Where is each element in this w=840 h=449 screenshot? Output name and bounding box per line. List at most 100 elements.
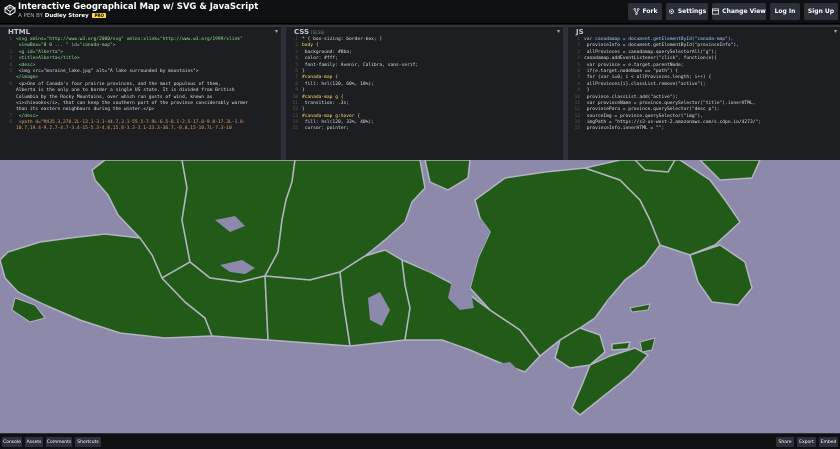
code-text: canadamap.addEventListener("click", func… [584, 56, 717, 62]
code-text: <title>Alberta</title> [16, 56, 80, 62]
code-text: #canada-map g:hover { [302, 113, 361, 119]
js-editor-header: JS ▾ [568, 25, 840, 36]
code-text: for (var i=0; i < allProvinces.length; i… [584, 75, 712, 81]
code-text: </image> [16, 75, 39, 81]
result-preview[interactable] [0, 160, 840, 433]
export-button[interactable]: Export [797, 437, 816, 447]
code-text: } [302, 88, 305, 94]
code-text: background: #8ba; [302, 49, 352, 55]
code-text: } [584, 88, 590, 94]
province-prince-edward-island[interactable] [611, 341, 631, 351]
author-link[interactable]: Dudley Storey [45, 13, 89, 19]
html-editor-header: HTML ▾ [0, 25, 281, 36]
code-text: fill: hsl(120, 33%, 40%); [302, 120, 374, 126]
code-line: 15 provinceInfo.innerHTML = ""; [574, 126, 665, 132]
signup-label: Sign Up [807, 8, 835, 15]
code-text: <p>One of Canada's four prairie province… [16, 81, 221, 87]
byline-prefix: A PEN BY [18, 13, 43, 19]
code-text: <i>chinooks</i>, that can keep the south… [16, 100, 249, 106]
code-text: Alberta is the only one to border a sing… [16, 88, 235, 94]
code-text: * { box-sizing: border-box; } [302, 37, 383, 42]
code-text: province.classList.add("active"); [584, 94, 679, 100]
js-code[interactable]: 1 var canadamap = document.getElementById… [568, 37, 840, 160]
gulf-of-st-lawrence [600, 288, 688, 336]
top-bar: Interactive Geographical Map w/ SVG & Ja… [0, 0, 840, 24]
chevron-down-icon[interactable]: ▾ [275, 28, 278, 35]
shortcuts-button[interactable]: Shortcuts [75, 437, 101, 447]
fork-icon [633, 8, 639, 15]
fork-button[interactable]: Fork [628, 3, 662, 20]
code-text: body { [302, 43, 319, 49]
comments-button[interactable]: Comments [46, 437, 72, 447]
assets-button[interactable]: Assets [25, 437, 43, 447]
chevron-down-icon[interactable]: ▾ [557, 28, 560, 35]
settings-label: Settings [677, 8, 707, 15]
code-text: } [302, 68, 305, 74]
share-button[interactable]: Share [776, 437, 794, 447]
code-text: <img src="moraine_lake.jpg" alt="A lake … [16, 68, 199, 74]
gear-icon [668, 8, 674, 15]
code-text: font-family: Avenir, Calibra, sans-serif… [302, 62, 419, 68]
bottom-bar: Console Assets Comments Shortcuts Share … [0, 433, 840, 449]
pen-title: Interactive Geographical Map w/ SVG & Ja… [18, 2, 259, 12]
code-text: <desc> [16, 62, 36, 68]
signup-button[interactable]: Sign Up [804, 3, 838, 20]
code-text: sourceImg = province.querySelector("img"… [584, 113, 703, 119]
arctic-island [699, 160, 761, 181]
code-text: var provinceName = province.querySelecto… [584, 100, 756, 106]
code-text: transition: .3s; [302, 100, 350, 106]
pen-byline: A PEN BY Dudley Storey PRO [18, 13, 106, 19]
html-editor-title: HTML [8, 28, 31, 36]
css-editor-title-text: CSS [294, 28, 310, 36]
code-text: #canada-map { [302, 75, 338, 81]
login-label: Log In [774, 8, 796, 15]
code-text: allProvinces[i].classList.remove("active… [584, 81, 706, 87]
code-text: Columbia by the Rocky Mountains, over wh… [16, 94, 213, 100]
css-editor-header: CSS (SCSS) ▾ [286, 25, 563, 36]
code-text: <path d="M435.3,270.2L-13.1-3.1-44.7,3.1… [16, 120, 246, 126]
codepen-logo-icon[interactable] [4, 4, 16, 16]
pro-badge: PRO [92, 13, 106, 18]
layout-icon [712, 8, 720, 15]
code-text: provincePara = province.querySelector("d… [584, 107, 720, 113]
code-text: color: #fff; [302, 56, 338, 62]
code-line: 15 cursor: pointer; [292, 126, 350, 132]
login-button[interactable]: Log In [770, 3, 800, 20]
fork-label: Fork [642, 8, 658, 15]
chevron-down-icon[interactable]: ▾ [834, 28, 837, 35]
css-editor[interactable]: CSS (SCSS) ▾ 1 * { box-sizing: border-box;… [286, 25, 563, 160]
change-view-label: Change View [722, 8, 766, 15]
js-editor-title: JS [576, 28, 584, 36]
console-button[interactable]: Console [2, 437, 22, 447]
code-text: if(e.target.nodeName == "path") { [584, 68, 679, 74]
change-view-button[interactable]: Change View [712, 3, 766, 20]
code-text: </desc> [16, 113, 39, 119]
arctic-island [424, 160, 471, 191]
province-saskatchewan[interactable] [264, 271, 351, 347]
code-text: provinceInfo = document.getElementById("… [584, 43, 739, 49]
code-text: <g id="Alberta"> [16, 49, 64, 55]
css-preprocessor-label: (SCSS) [311, 30, 325, 35]
code-text: than its eastern neighbours during the w… [16, 107, 155, 113]
css-code[interactable]: 1 * { box-sizing: border-box; } 2 body { 3… [286, 37, 563, 160]
code-text: imgPath = "https://s3-us-west-2.amazonaw… [584, 120, 762, 126]
code-text: var canadamap = document.getElementById(… [584, 37, 734, 42]
js-editor[interactable]: JS ▾ 1 var canadamap = document.getElemen… [568, 25, 840, 160]
embed-button[interactable]: Embed [819, 437, 838, 447]
settings-button[interactable]: Settings [666, 3, 708, 20]
code-text: #canada-map g { [302, 94, 344, 100]
code-text: allProvinces = canadamap.querySelectorAl… [584, 49, 717, 55]
cape-breton-island [639, 337, 656, 353]
newfoundland-island-icon[interactable] [689, 244, 753, 306]
code-text: provinceInfo.innerHTML = ""; [584, 126, 665, 132]
html-editor[interactable]: HTML ▾ 1 <svg xmlns="http://www.w3.org/20… [0, 25, 281, 160]
css-editor-title: CSS (SCSS) [294, 28, 325, 36]
code-text: <svg xmlns="http://www.w3.org/2000/svg" … [16, 37, 243, 42]
code-line: 10.7,19.4-9.2.7-4.7-3.4-15-5.3-4.8,15.8-… [0, 126, 281, 132]
canada-map[interactable] [0, 160, 840, 433]
code-text: } [302, 107, 305, 113]
code-text: fill: hsl(120, 60%, 18%); [302, 81, 374, 87]
code-text: cursor: pointer; [302, 126, 350, 132]
code-text: 10.7,19.4-9.2.7-4.7-3.4-15-5.3-4.8,15.8-… [16, 126, 232, 132]
html-code[interactable]: 1 <svg xmlns="http://www.w3.org/2000/svg"… [0, 37, 281, 160]
